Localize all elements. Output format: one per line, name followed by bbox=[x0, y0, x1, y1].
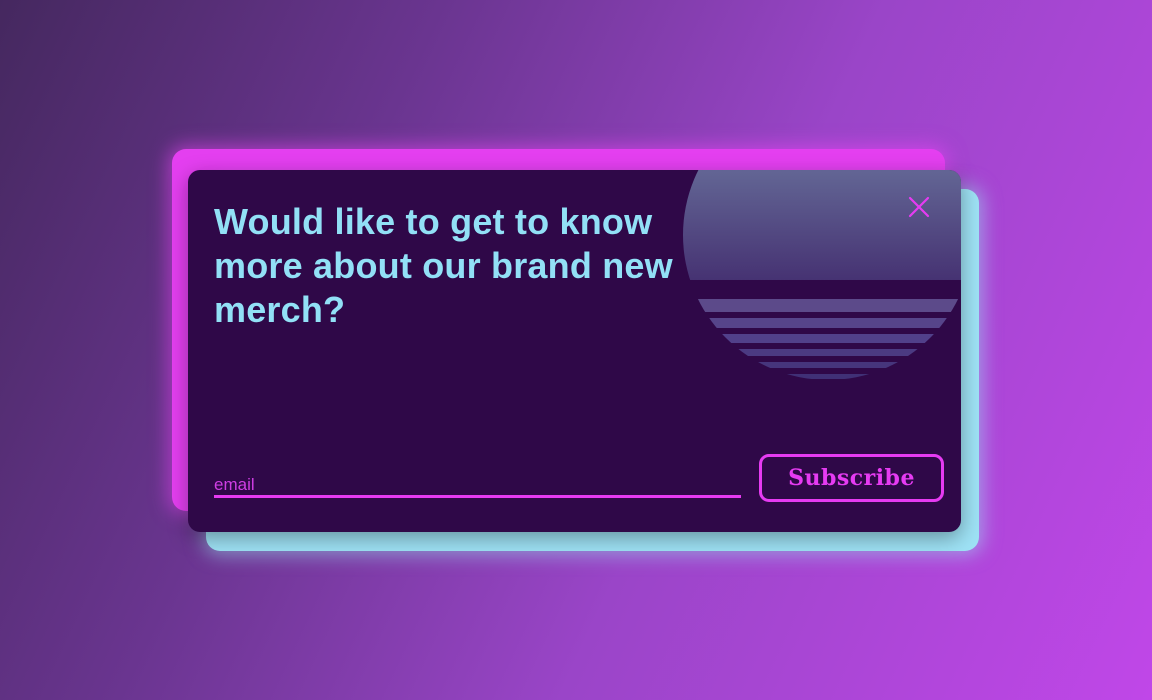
subscribe-modal: Would like to get to know more about our… bbox=[188, 170, 961, 532]
modal-heading: Would like to get to know more about our… bbox=[214, 201, 673, 330]
close-button[interactable] bbox=[906, 194, 932, 220]
subscribe-button[interactable]: Subscribe bbox=[759, 454, 944, 502]
close-x-icon bbox=[908, 196, 930, 218]
email-field-wrapper bbox=[214, 470, 741, 500]
email-input[interactable] bbox=[214, 470, 741, 498]
